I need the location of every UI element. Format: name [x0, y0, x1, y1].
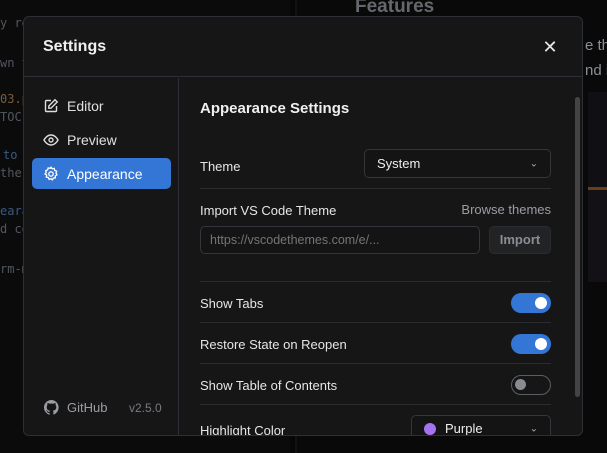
dialog-header: Settings ✕	[24, 17, 582, 77]
sidebar-item-preview[interactable]: Preview	[32, 124, 171, 155]
highlight-color-label: Highlight Color	[200, 423, 286, 436]
github-link[interactable]: GitHub	[44, 400, 107, 415]
show-toc-label: Show Table of Contents	[200, 378, 338, 393]
show-tabs-label: Show Tabs	[200, 296, 264, 311]
theme-value: System	[377, 156, 421, 171]
highlight-color-value: Purple	[445, 421, 483, 436]
show-tabs-toggle[interactable]	[511, 293, 551, 313]
show-tabs-row: Show Tabs	[200, 282, 551, 323]
restore-state-toggle[interactable]	[511, 334, 551, 354]
theme-url-input[interactable]	[200, 226, 480, 254]
settings-sidebar: Editor Preview Appearance GitHub v2.5.0	[24, 78, 179, 435]
chevron-down-icon: ⌄	[529, 158, 538, 169]
sidebar-item-label: Editor	[67, 97, 104, 114]
color-swatch	[424, 422, 436, 435]
edit-icon	[44, 98, 59, 112]
settings-dialog: Settings ✕ Editor Preview Appearance Git…	[23, 16, 583, 436]
gear-icon	[44, 165, 58, 181]
highlight-color-row: Highlight Color Purple ⌄	[200, 405, 551, 436]
restore-state-label: Restore State on Reopen	[200, 337, 347, 352]
highlight-color-select[interactable]: Purple ⌄	[411, 415, 551, 436]
sidebar-item-label: Appearance	[67, 165, 143, 182]
restore-state-row: Restore State on Reopen	[200, 323, 551, 364]
sidebar-item-label: Preview	[67, 131, 117, 148]
github-label: GitHub	[67, 400, 108, 415]
import-button[interactable]: Import	[489, 226, 551, 254]
show-toc-row: Show Table of Contents	[200, 364, 551, 405]
import-controls: Import	[200, 202, 551, 282]
theme-row: Theme System ⌄	[200, 146, 551, 189]
preview-text: e th	[585, 37, 607, 54]
theme-label: Theme	[200, 159, 241, 174]
preview-text: nd in	[585, 62, 607, 79]
section-heading: Appearance Settings	[200, 100, 350, 117]
close-icon: ✕	[542, 37, 558, 57]
chevron-down-icon: ⌄	[529, 423, 538, 434]
dialog-title: Settings	[43, 38, 107, 55]
sidebar-item-editor[interactable]: Editor	[32, 90, 171, 121]
github-icon	[44, 400, 59, 415]
theme-select[interactable]: System ⌄	[364, 149, 551, 178]
sidebar-item-appearance[interactable]: Appearance	[32, 158, 171, 189]
scrollbar[interactable]	[575, 97, 580, 397]
eye-icon	[43, 133, 59, 146]
version-label: v2.5.0	[129, 401, 162, 415]
close-button[interactable]: ✕	[538, 35, 562, 59]
show-toc-toggle[interactable]	[511, 375, 551, 395]
settings-content: Appearance Settings Theme System ⌄ Impor…	[180, 78, 582, 435]
